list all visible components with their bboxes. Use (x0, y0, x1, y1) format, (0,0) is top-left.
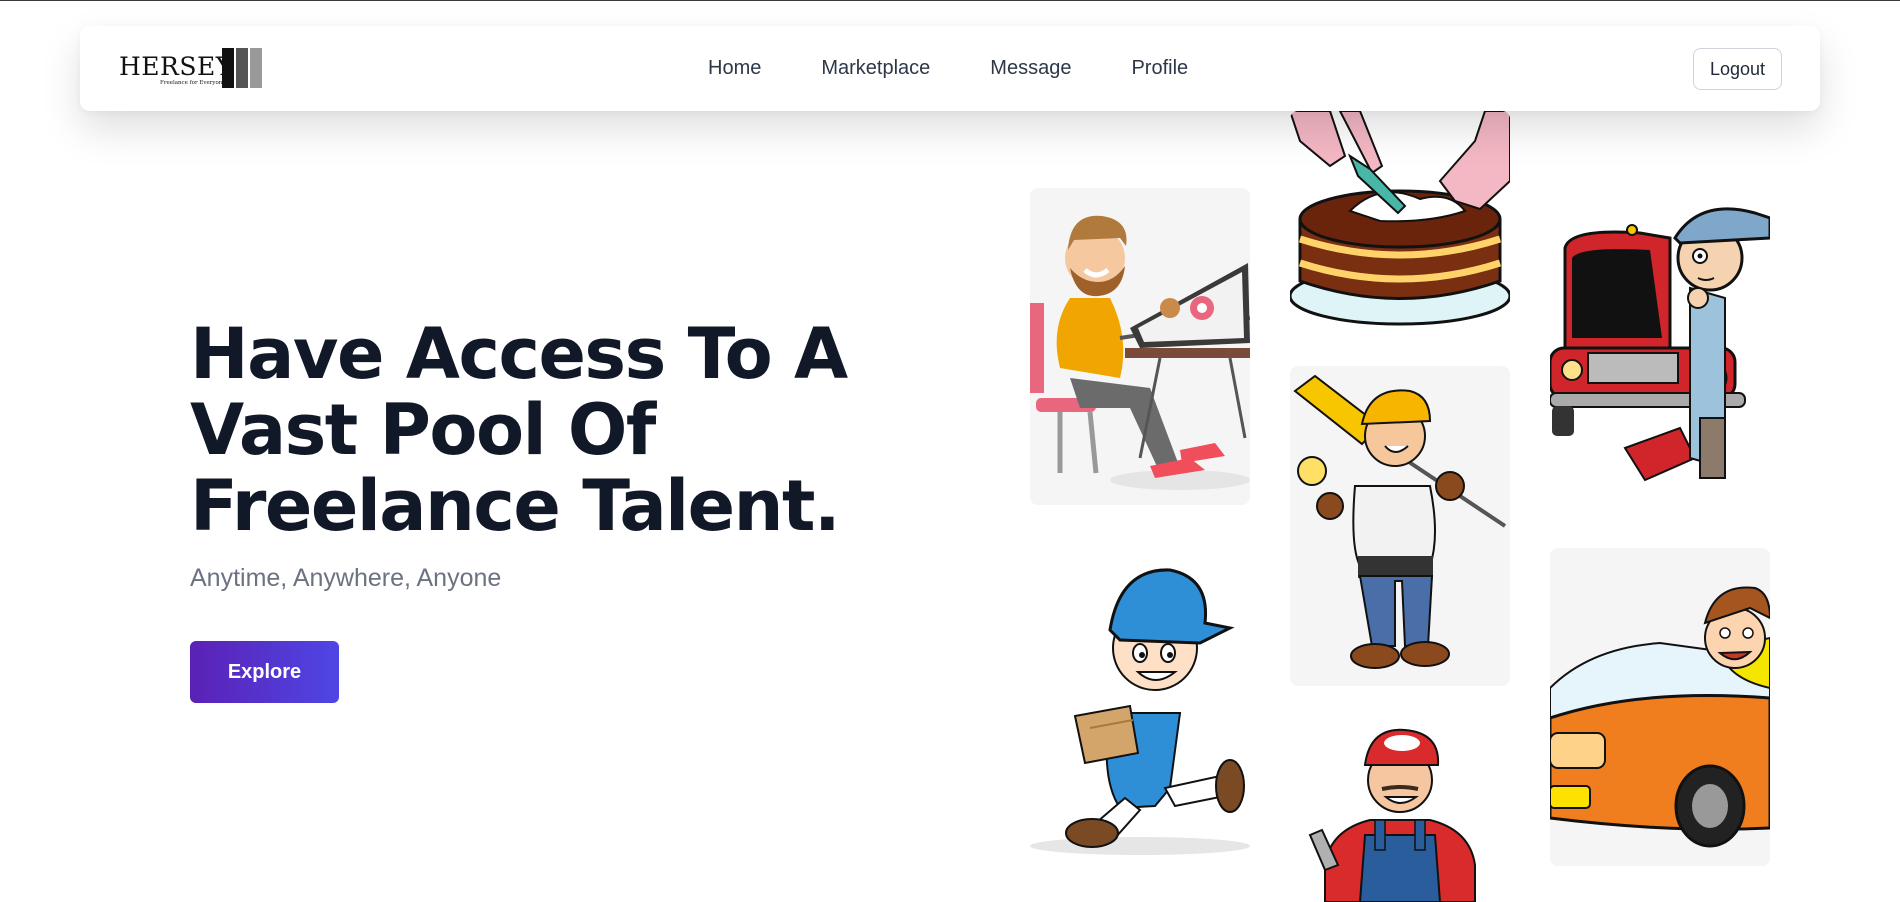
hero-title-line: Have Access To A (190, 313, 848, 395)
designer-illustration (1030, 188, 1250, 505)
explore-button[interactable]: Explore (190, 641, 339, 703)
window-top-border (0, 0, 1900, 1)
navbar: HERSEY Freelance for Everyone Home Marke… (80, 26, 1820, 111)
car-mechanic-illustration (1550, 188, 1770, 505)
nav-home-link[interactable]: Home (708, 57, 761, 80)
hero-title: Have Access To A Vast Pool Of Freelance … (190, 316, 910, 544)
driver-car-illustration (1550, 548, 1770, 866)
main-nav: Home Marketplace Message Profile (708, 26, 1188, 111)
nav-message-link[interactable]: Message (990, 57, 1071, 80)
brand-tagline: Freelance for Everyone (160, 80, 226, 86)
brand-logo[interactable]: HERSEY Freelance for Everyone (119, 48, 264, 92)
hero-section: Have Access To A Vast Pool Of Freelance … (190, 316, 910, 703)
logout-button[interactable]: Logout (1693, 48, 1782, 90)
hero-title-line: Vast Pool Of (190, 389, 656, 471)
nav-marketplace-link[interactable]: Marketplace (821, 57, 930, 80)
handyman-illustration (1290, 366, 1510, 686)
nav-profile-link[interactable]: Profile (1131, 57, 1188, 80)
hero-subtitle: Anytime, Anywhere, Anyone (190, 564, 502, 592)
plumber-illustration (1290, 725, 1510, 902)
hero-title-line: Freelance Talent. (190, 465, 841, 547)
delivery-boy-illustration (1030, 548, 1250, 858)
baker-cake-illustration (1290, 111, 1510, 331)
logo-bars-icon (222, 48, 263, 88)
brand-name: HERSEY (119, 52, 233, 81)
